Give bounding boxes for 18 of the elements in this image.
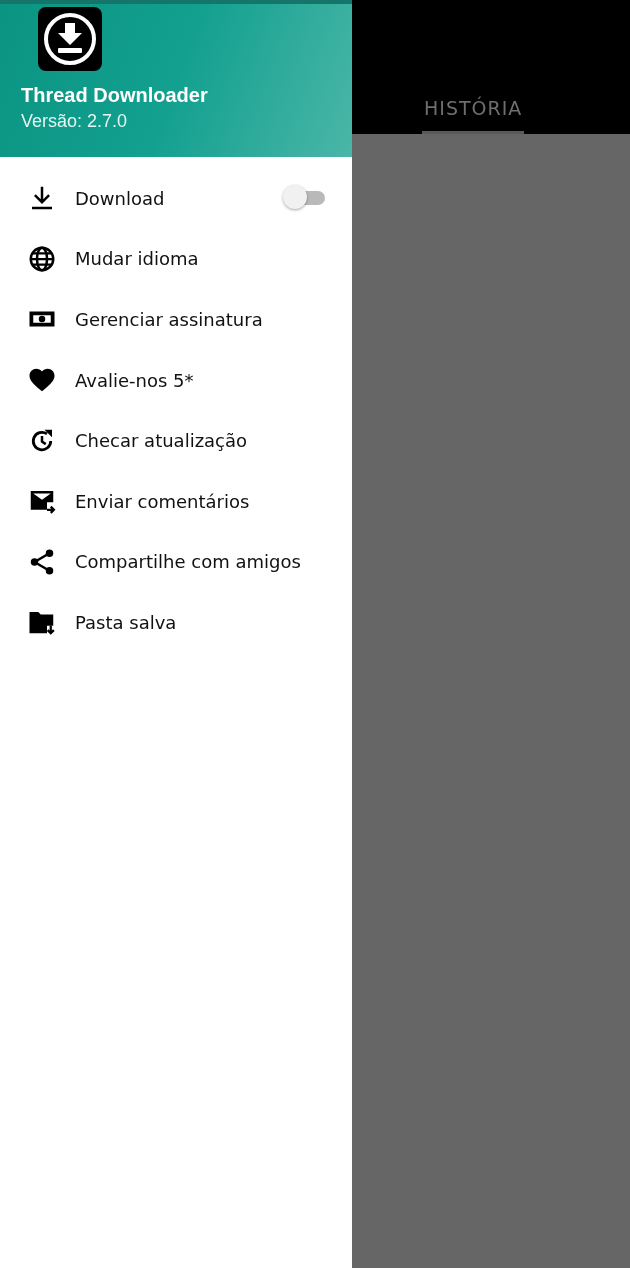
menu-item[interactable]: Download: [0, 168, 352, 229]
menu-item[interactable]: Compartilhe com amigos: [0, 531, 352, 593]
menu-label: Pasta salva: [75, 611, 178, 633]
menu-item[interactable]: Avalie-nos 5*: [0, 349, 352, 411]
menu-label: Checar atualização: [75, 430, 249, 452]
menu-label: Compartilhe com amigos: [75, 551, 302, 573]
menu-label: Download: [75, 187, 166, 209]
version-text: Versão: 2.7.0: [21, 111, 129, 132]
menu-item[interactable]: Mudar idioma: [0, 228, 352, 290]
menu-item[interactable]: Pasta salva: [0, 592, 352, 653]
menu-item[interactable]: Checar atualização: [0, 410, 352, 471]
app-name: Thread Downloader: [21, 84, 209, 107]
menu-label: Avalie-nos 5*: [75, 369, 195, 391]
menu-label: Mudar idioma: [75, 248, 200, 270]
menu-label: Gerenciar assinatura: [75, 309, 264, 330]
menu-label: Enviar comentários: [75, 490, 251, 512]
menu-item[interactable]: Gerenciar assinatura: [0, 289, 352, 350]
menu-item[interactable]: Enviar comentários: [0, 470, 352, 532]
